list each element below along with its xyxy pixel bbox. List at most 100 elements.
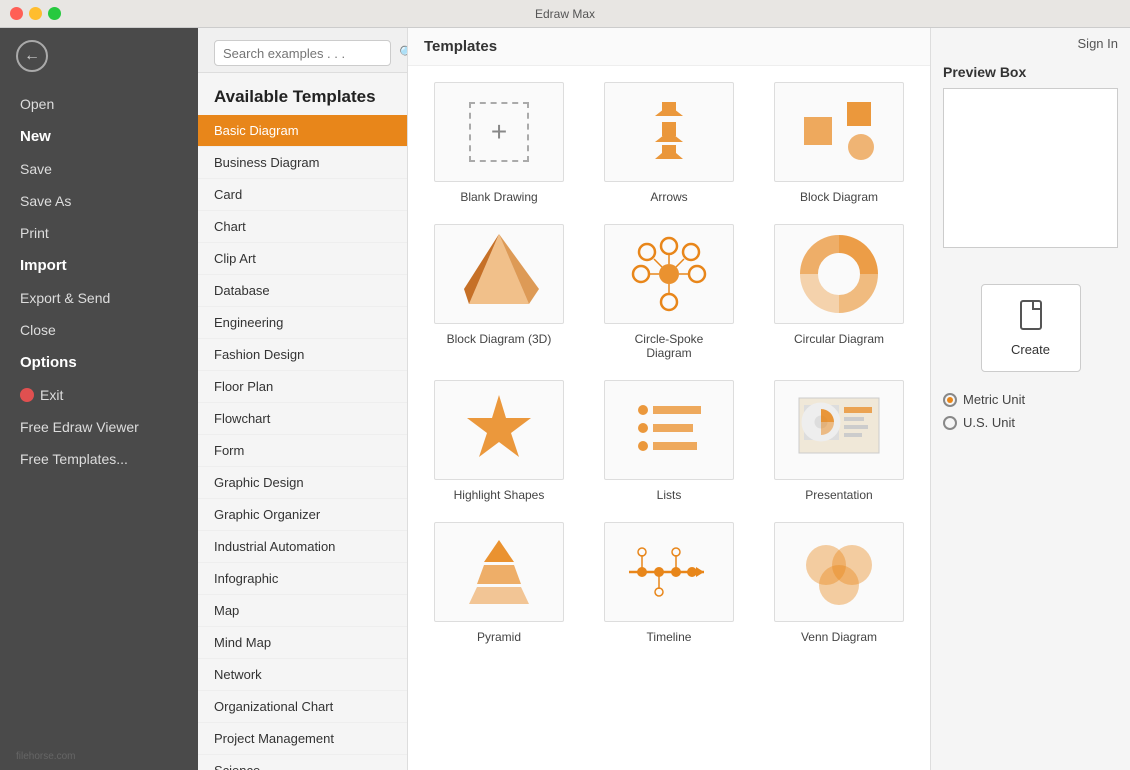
sidebar-item-close[interactable]: Close [0, 314, 198, 346]
available-templates-title: Available Templates [198, 73, 407, 115]
template-block-3d[interactable]: Block Diagram (3D) [424, 224, 574, 360]
unit-options: Metric Unit U.S. Unit [943, 392, 1118, 430]
search-input[interactable] [223, 46, 399, 61]
us-radio[interactable] [943, 416, 957, 430]
create-button[interactable]: Create [981, 284, 1081, 372]
search-icon: 🔍 [399, 45, 408, 61]
template-thumb-highlight [434, 380, 564, 480]
app-body: ← Open New Save Save As Print Import Exp… [0, 28, 1130, 770]
template-block-diagram[interactable]: Block Diagram [764, 82, 914, 204]
close-button[interactable] [10, 7, 23, 20]
sidebar-item-new[interactable]: New [0, 120, 198, 153]
template-label-circlespoke: Circle-Spoke Diagram [635, 332, 704, 360]
category-industrial-automation[interactable]: Industrial Automation [198, 531, 407, 563]
category-graphic-design[interactable]: Graphic Design [198, 467, 407, 499]
category-business-diagram[interactable]: Business Diagram [198, 147, 407, 179]
category-graphic-organizer[interactable]: Graphic Organizer [198, 499, 407, 531]
category-panel: 🔍 Available Templates Basic Diagram Busi… [198, 28, 408, 770]
template-label-lists: Lists [657, 488, 682, 502]
category-floor-plan[interactable]: Floor Plan [198, 371, 407, 403]
back-icon: ← [16, 40, 48, 72]
template-thumb-lists [604, 380, 734, 480]
sidebar-item-save-as[interactable]: Save As [0, 185, 198, 217]
category-org-chart[interactable]: Organizational Chart [198, 691, 407, 723]
sidebar-item-free-templates[interactable]: Free Templates... [0, 443, 198, 475]
category-chart[interactable]: Chart [198, 211, 407, 243]
exit-label: Exit [40, 387, 63, 403]
sidebar-menu: Open New Save Save As Print Import Expor… [0, 84, 198, 743]
template-arrows[interactable]: Arrows [594, 82, 744, 204]
sidebar: ← Open New Save Save As Print Import Exp… [0, 28, 198, 770]
template-lists[interactable]: Lists [594, 380, 744, 502]
sidebar-item-open[interactable]: Open [0, 88, 198, 120]
category-science[interactable]: Science [198, 755, 407, 770]
template-blank-drawing[interactable]: + Blank Drawing [424, 82, 574, 204]
title-bar: Edraw Max [0, 0, 1130, 28]
category-fashion-design[interactable]: Fashion Design [198, 339, 407, 371]
metric-radio[interactable] [943, 393, 957, 407]
metric-unit-option[interactable]: Metric Unit [943, 392, 1118, 407]
blank-drawing-icon: + [469, 102, 529, 162]
template-presentation[interactable]: Presentation [764, 380, 914, 502]
maximize-button[interactable] [48, 7, 61, 20]
template-thumb-block [774, 82, 904, 182]
us-unit-option[interactable]: U.S. Unit [943, 415, 1118, 430]
sidebar-item-save[interactable]: Save [0, 153, 198, 185]
category-clip-art[interactable]: Clip Art [198, 243, 407, 275]
template-label-presentation: Presentation [805, 488, 872, 502]
template-thumb-circular [774, 224, 904, 324]
sidebar-item-export-send[interactable]: Export & Send [0, 282, 198, 314]
template-thumb-presentation [774, 380, 904, 480]
timeline-svg [624, 537, 714, 607]
template-label-arrows: Arrows [650, 190, 687, 204]
template-circle-spoke[interactable]: Circle-Spoke Diagram [594, 224, 744, 360]
search-bar[interactable]: 🔍 [214, 40, 391, 66]
template-label-pyramid: Pyramid [477, 630, 521, 644]
category-list: Basic Diagram Business Diagram Card Char… [198, 115, 407, 770]
sidebar-item-options[interactable]: Options [0, 346, 198, 379]
lists-svg [629, 390, 709, 470]
template-label-block: Block Diagram [800, 190, 878, 204]
category-form[interactable]: Form [198, 435, 407, 467]
category-infographic[interactable]: Infographic [198, 563, 407, 595]
category-network[interactable]: Network [198, 659, 407, 691]
template-timeline[interactable]: Timeline [594, 522, 744, 644]
template-circular[interactable]: Circular Diagram [764, 224, 914, 360]
category-project-management[interactable]: Project Management [198, 723, 407, 755]
preview-image [943, 88, 1118, 248]
category-flowchart[interactable]: Flowchart [198, 403, 407, 435]
category-map[interactable]: Map [198, 595, 407, 627]
template-highlight[interactable]: Highlight Shapes [424, 380, 574, 502]
circlespoke-svg [629, 234, 709, 314]
template-label-timeline: Timeline [647, 630, 692, 644]
sidebar-item-print[interactable]: Print [0, 217, 198, 249]
template-venn[interactable]: Venn Diagram [764, 522, 914, 644]
template-label-highlight: Highlight Shapes [454, 488, 545, 502]
venn-svg [799, 537, 879, 607]
back-button[interactable]: ← [0, 28, 198, 84]
category-engineering[interactable]: Engineering [198, 307, 407, 339]
template-pyramid[interactable]: Pyramid [424, 522, 574, 644]
template-label-blank: Blank Drawing [460, 190, 537, 204]
presentation-svg [794, 393, 884, 468]
minimize-button[interactable] [29, 7, 42, 20]
category-mind-map[interactable]: Mind Map [198, 627, 407, 659]
category-database[interactable]: Database [198, 275, 407, 307]
block-diagram-svg [799, 97, 879, 167]
us-unit-label: U.S. Unit [963, 415, 1015, 430]
sidebar-item-import[interactable]: Import [0, 249, 198, 282]
template-thumb-venn [774, 522, 904, 622]
sidebar-item-free-viewer[interactable]: Free Edraw Viewer [0, 411, 198, 443]
category-basic-diagram[interactable]: Basic Diagram [198, 115, 407, 147]
template-label-block3d: Block Diagram (3D) [447, 332, 552, 346]
templates-grid: + Blank Drawing [424, 82, 914, 644]
sidebar-item-exit[interactable]: Exit [0, 379, 198, 411]
category-card[interactable]: Card [198, 179, 407, 211]
pyramid-svg [459, 532, 539, 612]
template-label-circular: Circular Diagram [794, 332, 884, 346]
sign-in-button[interactable]: Sign In [1078, 36, 1118, 51]
template-thumb-timeline [604, 522, 734, 622]
template-thumb-circlespoke [604, 224, 734, 324]
app-title: Edraw Max [535, 7, 595, 21]
window-controls[interactable] [10, 7, 61, 20]
